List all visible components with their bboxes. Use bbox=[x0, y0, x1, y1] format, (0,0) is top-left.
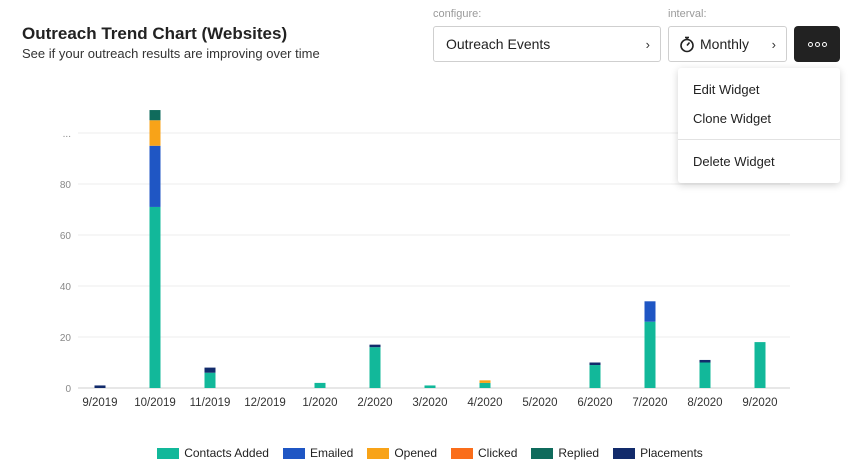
y-tick-label: 20 bbox=[60, 333, 72, 344]
y-tick-label: ... bbox=[63, 129, 71, 140]
x-tick-label: 5/2020 bbox=[522, 397, 557, 409]
bar-segment-contacts-added bbox=[699, 362, 711, 388]
bar-segment-contacts-added bbox=[204, 372, 216, 388]
bar-segment-contacts-added bbox=[644, 321, 656, 388]
legend-entry[interactable]: Placements bbox=[613, 446, 703, 460]
bar-segment-contacts-added bbox=[424, 385, 436, 388]
legend-swatch bbox=[451, 447, 474, 459]
bar-segment-opened bbox=[149, 120, 161, 146]
x-tick-label: 10/2019 bbox=[134, 397, 176, 409]
x-tick-label: 7/2020 bbox=[632, 397, 667, 409]
legend-entry[interactable]: Replied bbox=[531, 446, 599, 460]
x-tick-label: 9/2019 bbox=[82, 397, 117, 409]
legend-label: Replied bbox=[558, 446, 600, 460]
legend-label: Emailed bbox=[309, 446, 354, 460]
bar-segment-placements bbox=[204, 367, 216, 373]
x-tick-label: 4/2020 bbox=[467, 397, 502, 409]
x-tick-label: 1/2020 bbox=[302, 397, 337, 409]
x-tick-label: 12/2019 bbox=[244, 397, 286, 409]
legend-swatch bbox=[613, 447, 636, 459]
bar-segment-contacts-added bbox=[369, 347, 381, 388]
legend-entry[interactable]: Contacts Added bbox=[157, 446, 269, 460]
widget-menu: Edit Widget Clone Widget Delete Widget bbox=[678, 68, 840, 183]
menu-item-delete-widget[interactable]: Delete Widget bbox=[693, 154, 775, 169]
bar-segment-replied bbox=[149, 110, 161, 121]
legend-swatch bbox=[367, 447, 390, 459]
bar-segment-contacts-added bbox=[589, 365, 601, 388]
outreach-trend-chart: 0 20 40 60 80... 9/2019 10/2019 11/2019 12/2019 1… bbox=[60, 110, 790, 409]
bar-segment-contacts-added bbox=[479, 382, 491, 388]
x-tick-label: 3/2020 bbox=[412, 397, 447, 409]
y-tick-label: 60 bbox=[60, 231, 72, 242]
menu-item-clone-widget[interactable]: Clone Widget bbox=[693, 111, 771, 126]
bar-segment-emailed bbox=[149, 145, 161, 207]
legend-label: Opened bbox=[394, 446, 438, 460]
bar-segment-placements bbox=[699, 359, 711, 363]
legend-swatch bbox=[282, 447, 305, 459]
bar-segment-contacts-added bbox=[754, 342, 766, 388]
bar-segment-contacts-added bbox=[149, 206, 161, 388]
x-tick-label: 2/2020 bbox=[357, 397, 392, 409]
legend-swatch bbox=[157, 447, 180, 459]
bar-segment-opened bbox=[479, 380, 491, 383]
y-tick-label: 80 bbox=[60, 180, 72, 191]
legend-label: Clicked bbox=[478, 446, 518, 460]
x-tick-label: 9/2020 bbox=[742, 397, 777, 409]
menu-item-edit-widget[interactable]: Edit Widget bbox=[693, 82, 759, 97]
y-tick-label: 40 bbox=[60, 282, 72, 293]
y-tick-label: 0 bbox=[65, 384, 71, 395]
legend-swatch bbox=[531, 447, 554, 459]
chart-legend: Contacts Added Emailed Opened Clicked Replie… bbox=[0, 446, 860, 460]
legend-entry[interactable]: Opened bbox=[367, 446, 437, 460]
bar-segment-placements bbox=[369, 344, 381, 348]
x-tick-label: 8/2020 bbox=[687, 397, 722, 409]
menu-divider bbox=[678, 139, 840, 140]
bar-segment-placements bbox=[94, 385, 106, 388]
legend-entry[interactable]: Emailed bbox=[282, 446, 354, 460]
bar-segment-placements bbox=[589, 362, 601, 366]
legend-entry[interactable]: Clicked bbox=[451, 446, 517, 460]
legend-label: Placements bbox=[640, 446, 703, 460]
bar-segment-contacts-added bbox=[314, 382, 326, 388]
legend-label: Contacts Added bbox=[184, 446, 269, 460]
x-tick-label: 6/2020 bbox=[577, 397, 612, 409]
bar-segment-emailed bbox=[644, 301, 656, 322]
x-tick-label: 11/2019 bbox=[190, 397, 231, 409]
